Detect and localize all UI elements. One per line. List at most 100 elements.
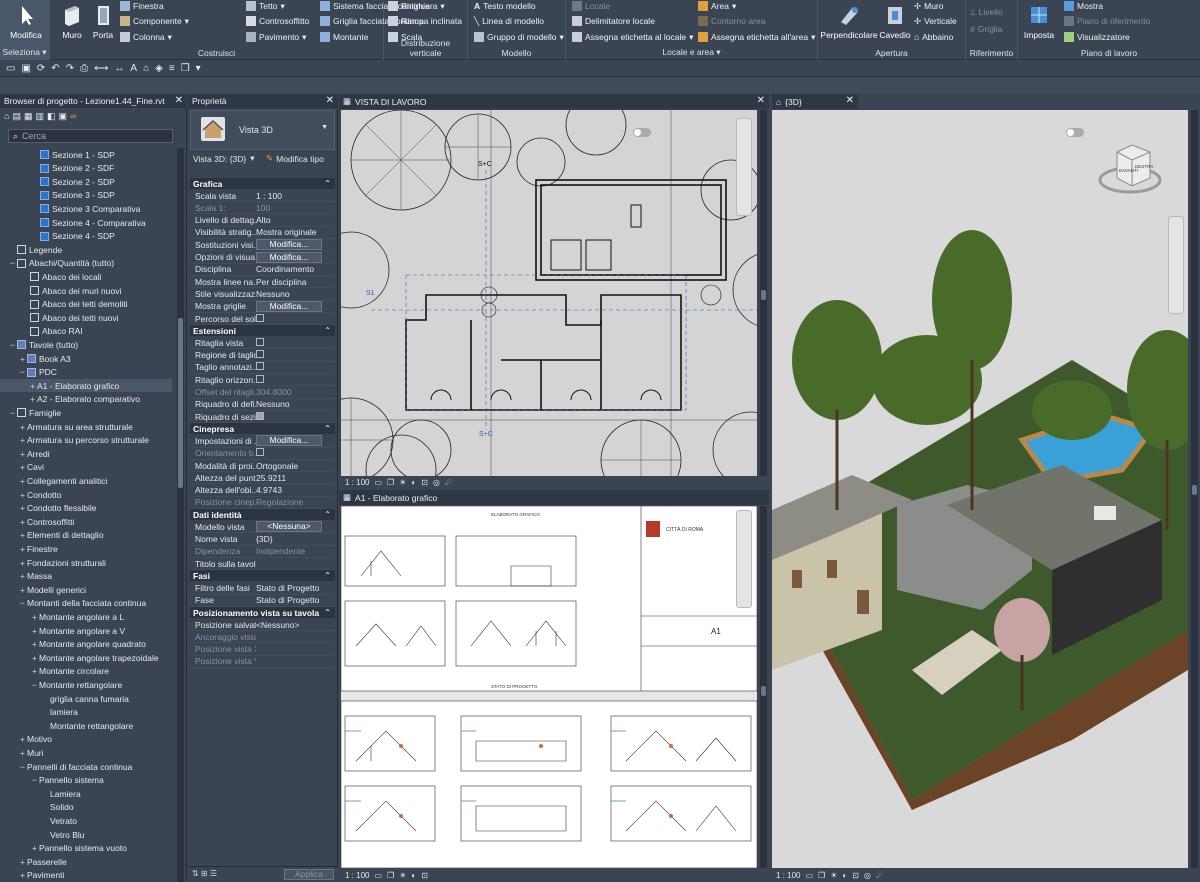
property-value[interactable]: Modifica... [256, 435, 335, 447]
montante-button[interactable]: Montante [320, 30, 368, 44]
visual-style-icon[interactable]: ❒ [387, 478, 394, 487]
customize-qat-icon[interactable]: ▾ [196, 63, 201, 74]
tree-item[interactable]: Abaco dei tetti demoliti [0, 298, 172, 311]
navigation-bar[interactable] [736, 118, 752, 216]
property-value[interactable] [256, 374, 335, 385]
tree-item[interactable]: Vetrato [0, 814, 172, 827]
thin-lines-icon[interactable]: ≡ [169, 63, 175, 74]
property-value[interactable]: Mostra originale [256, 227, 335, 237]
rampa-button[interactable]: Rampa inclinata [388, 14, 462, 28]
property-value[interactable]: <Nessuna> [256, 521, 335, 533]
edit-type-button[interactable]: ✎ Modifica tipo [266, 152, 335, 165]
property-edit-button[interactable]: Modifica... [256, 251, 322, 263]
property-row[interactable]: Posizione salvata <Nessuno> [190, 619, 335, 632]
browser-search[interactable]: ⌕ Cerca [8, 129, 173, 143]
collapse-icon[interactable]: − [8, 340, 17, 350]
expand-icon[interactable]: + [30, 666, 39, 676]
plan-scroll-thumb[interactable] [761, 290, 766, 300]
expand-icon[interactable]: + [18, 476, 27, 486]
section-icon[interactable]: ◈ [155, 63, 163, 74]
property-value[interactable]: Indipendente [256, 546, 335, 556]
abbaino-button[interactable]: ⌂ Abbaino [914, 30, 953, 44]
property-value[interactable]: Modifica... [256, 300, 335, 312]
expand-icon[interactable]: + [18, 490, 27, 500]
collapse-icon[interactable]: − [18, 367, 27, 377]
tree-item[interactable]: + Arredi [0, 447, 172, 460]
property-row[interactable]: Altezza dell'obi... 4.9743 [190, 485, 335, 497]
render-icon[interactable]: ⊡ [852, 871, 859, 880]
property-value[interactable]: Stato di Progetto [256, 595, 335, 605]
tree-item[interactable]: − Pannelli di facciata continua [0, 760, 172, 773]
property-value[interactable]: Alto [256, 215, 335, 225]
close-icon[interactable]: ✕ [757, 95, 765, 106]
property-row[interactable]: Dipendenza Indipendente [190, 546, 335, 558]
tree-item[interactable]: + Cavi [0, 461, 172, 474]
property-row[interactable]: Livello di dettag... Alto [190, 215, 335, 227]
tree-item[interactable]: + Elementi di dettaglio [0, 529, 172, 542]
property-row[interactable]: Offset del ritagli... 304.8000 [190, 387, 335, 399]
tree-item[interactable]: + Condotto [0, 488, 172, 501]
collapse-icon[interactable]: − [18, 598, 27, 608]
imposta-button[interactable]: Imposta [1020, 0, 1058, 40]
tree-item[interactable]: Sezione 3 Comparativa [0, 202, 172, 215]
property-value[interactable]: {3D} [256, 534, 335, 544]
expand-icon[interactable]: + [18, 734, 27, 744]
tree-item[interactable]: + Collegamenti analitici [0, 474, 172, 487]
property-value[interactable] [256, 313, 335, 324]
locale-area-dropdown[interactable]: Locale e area ▾ [566, 47, 817, 58]
expand-icon[interactable]: + [18, 435, 27, 445]
piano-riferimento-button[interactable]: Piano di riferimento [1064, 14, 1150, 28]
tree-item[interactable]: Sezione 2 - SDP [0, 175, 172, 188]
property-row[interactable]: Percorso del sole [190, 313, 335, 326]
tree-item[interactable]: + Armatura su area strutturale [0, 420, 172, 433]
property-row[interactable]: Disciplina Coordinamento [190, 264, 335, 276]
property-edit-button[interactable]: Modifica... [256, 435, 322, 447]
property-row[interactable]: Riquadro di defi... Nessuno [190, 399, 335, 411]
collapse-icon[interactable]: ⌃ [324, 571, 331, 580]
view3d-tab[interactable]: ⌂ {3D} ✕ [772, 94, 858, 109]
visualizzatore-button[interactable]: Visualizzatore [1064, 30, 1130, 44]
home-3d-icon[interactable]: ⌂ [143, 63, 149, 74]
tree-item[interactable]: + Montante angolare a V [0, 624, 172, 637]
sync-icon[interactable]: ⟳ [37, 63, 45, 74]
property-section[interactable]: Dati identità ⌃ [190, 509, 335, 521]
text-tool-icon[interactable]: A [130, 63, 137, 74]
expand-icon[interactable]: + [18, 544, 27, 554]
tree-item[interactable]: + Modelli generici [0, 583, 172, 596]
tree-item[interactable]: + Pavimenti [0, 869, 172, 882]
shadows-icon[interactable]: ◐ [411, 478, 416, 487]
property-edit-button[interactable]: Modifica... [256, 300, 322, 312]
property-section[interactable]: Cinepresa ⌃ [190, 423, 335, 435]
reveal-icon[interactable]: ☄ [445, 478, 452, 487]
mostra-button[interactable]: Mostra [1064, 0, 1103, 13]
instance-selector[interactable]: Vista 3D: {3D} ▾ [190, 152, 262, 165]
area-button[interactable]: Area ▾ [698, 0, 736, 13]
property-value[interactable]: 100 [256, 203, 335, 213]
expand-icon[interactable]: + [18, 517, 27, 527]
muro-apertura-button[interactable]: ✢ Muro [914, 0, 944, 13]
expand-icon[interactable]: + [18, 354, 27, 364]
expand-icon[interactable]: + [30, 843, 39, 853]
close-icon[interactable]: ✕ [326, 95, 334, 106]
save-icon[interactable]: ▣ [21, 63, 30, 74]
property-value[interactable]: <Nessuno> [256, 620, 335, 630]
tree-item[interactable]: griglia canna fumaria [0, 692, 172, 705]
tree-item[interactable]: + Montante angolare quadrato [0, 638, 172, 651]
print-icon[interactable]: ⎙ [80, 63, 88, 74]
tree-item[interactable]: + Fondazioni strutturali [0, 556, 172, 569]
perpendicolare-button[interactable]: Perpendicolare [820, 0, 878, 40]
tree-item[interactable]: − PDC [0, 366, 172, 379]
expand-icon[interactable]: + [28, 394, 37, 404]
type-selector[interactable]: Vista 3D ▼ [190, 110, 335, 150]
property-row[interactable]: Opzioni di visua... Modifica... [190, 251, 335, 264]
contorno-area-button[interactable]: Contorno area [698, 14, 765, 28]
property-value[interactable]: 1 : 100 [256, 191, 335, 201]
tree-item[interactable]: lamiera [0, 706, 172, 719]
temp-hide-icon[interactable]: ◎ [433, 478, 440, 487]
tree-item[interactable]: Sezione 2 - SDF [0, 162, 172, 175]
property-row[interactable]: Modello vista <Nessuna> [190, 521, 335, 534]
property-row[interactable]: Orientamento b... [190, 448, 335, 460]
tree-item[interactable]: + Massa [0, 570, 172, 583]
griglia-button[interactable]: # Griglia [970, 22, 1002, 36]
tree-item[interactable]: + Motivo [0, 733, 172, 746]
